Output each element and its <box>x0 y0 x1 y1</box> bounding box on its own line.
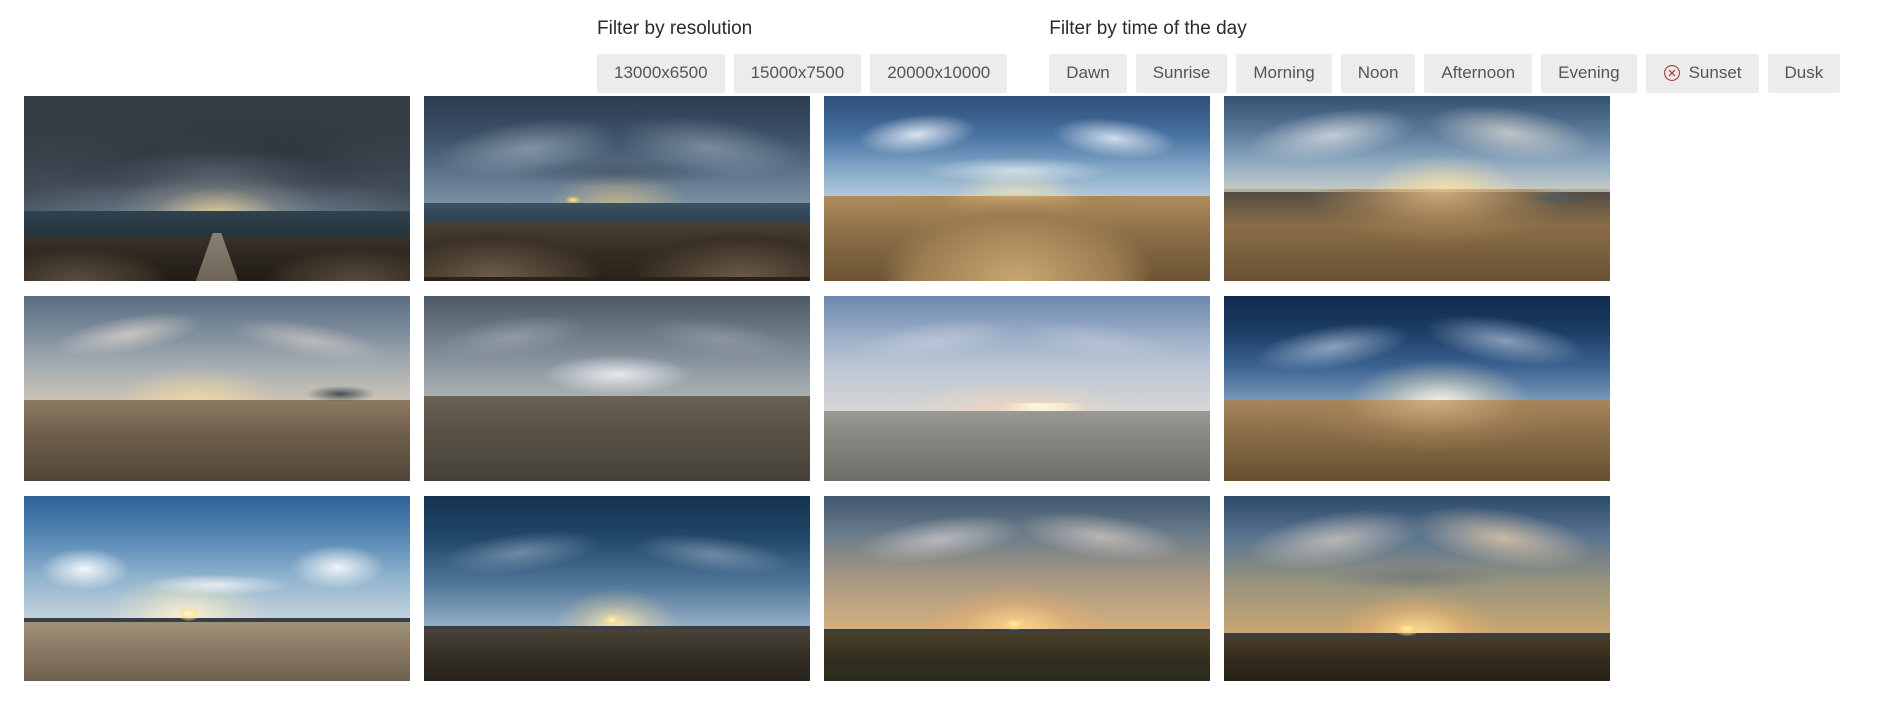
panorama-image-3 <box>824 96 1210 281</box>
filter-chip-label: Sunrise <box>1152 63 1211 82</box>
panorama-thumbnail[interactable] <box>424 96 810 281</box>
filter-chip-morning[interactable]: Morning <box>1236 54 1332 93</box>
panorama-thumbnail[interactable] <box>824 296 1210 481</box>
filter-bar: Filter by resolution 13000x6500 15000x75… <box>0 0 1880 95</box>
filter-chip-sunrise[interactable]: Sunrise <box>1135 54 1228 93</box>
panorama-thumbnail[interactable] <box>424 296 810 481</box>
chip-row-time-of-day: Dawn Sunrise Morning Noon Afternoon Even… <box>1049 54 1841 93</box>
panorama-image-8 <box>1224 296 1610 481</box>
filter-chip-dawn[interactable]: Dawn <box>1049 54 1127 93</box>
panorama-thumbnail[interactable] <box>1224 96 1610 281</box>
filter-chip-dusk[interactable]: Dusk <box>1767 54 1841 93</box>
filter-title-resolution: Filter by resolution <box>597 18 753 39</box>
filter-chip-noon[interactable]: Noon <box>1340 54 1416 93</box>
panorama-thumbnail[interactable] <box>1224 496 1610 681</box>
panorama-image-6 <box>424 296 810 481</box>
panorama-thumbnail[interactable] <box>824 496 1210 681</box>
gallery-page: Filter by resolution 13000x6500 15000x75… <box>0 0 1880 717</box>
filter-chip-sunset[interactable]: Sunset <box>1645 54 1759 93</box>
filter-chip-label: 20000x10000 <box>887 63 991 82</box>
panorama-thumbnail[interactable] <box>424 496 810 681</box>
filter-chip-label: 15000x7500 <box>750 63 845 82</box>
panorama-image-4 <box>1224 96 1610 281</box>
chip-row-resolution: 13000x6500 15000x7500 20000x10000 <box>597 54 1008 93</box>
filter-chip-label: Evening <box>1558 63 1620 82</box>
filter-chip-label: Sunset <box>1688 63 1742 82</box>
filter-chip-label: Afternoon <box>1441 63 1516 82</box>
panorama-thumbnail[interactable] <box>24 496 410 681</box>
filter-group-time-of-day: Filter by time of the day Dawn Sunrise M… <box>1049 16 1841 93</box>
filter-chip-label: Noon <box>1357 63 1399 82</box>
panorama-image-7 <box>824 296 1210 481</box>
filter-title-time-of-day: Filter by time of the day <box>1049 18 1247 39</box>
panorama-image-9 <box>24 496 410 681</box>
panorama-image-12 <box>1224 496 1610 681</box>
panorama-image-11 <box>824 496 1210 681</box>
clear-circle-x-icon[interactable] <box>1663 64 1681 82</box>
filter-chip-label: Dusk <box>1784 63 1824 82</box>
panorama-thumbnail[interactable] <box>24 96 410 281</box>
panorama-thumbnail[interactable] <box>1224 296 1610 481</box>
panorama-image-1 <box>24 96 410 281</box>
filter-chip-evening[interactable]: Evening <box>1541 54 1637 93</box>
panorama-image-2 <box>424 96 810 281</box>
filter-chip-label: Dawn <box>1066 63 1110 82</box>
filter-chip-afternoon[interactable]: Afternoon <box>1424 54 1533 93</box>
panorama-image-5 <box>24 296 410 481</box>
filter-chip-resolution-20000x10000[interactable]: 20000x10000 <box>870 54 1008 93</box>
panorama-thumbnail[interactable] <box>24 296 410 481</box>
filter-group-resolution: Filter by resolution 13000x6500 15000x75… <box>597 16 1008 93</box>
filter-chip-label: 13000x6500 <box>614 63 708 82</box>
panorama-image-10 <box>424 496 810 681</box>
filter-chip-resolution-15000x7500[interactable]: 15000x7500 <box>733 54 862 93</box>
panorama-grid <box>24 96 1880 681</box>
panorama-thumbnail[interactable] <box>824 96 1210 281</box>
filter-chip-resolution-13000x6500[interactable]: 13000x6500 <box>597 54 725 93</box>
filter-chip-label: Morning <box>1253 63 1315 82</box>
